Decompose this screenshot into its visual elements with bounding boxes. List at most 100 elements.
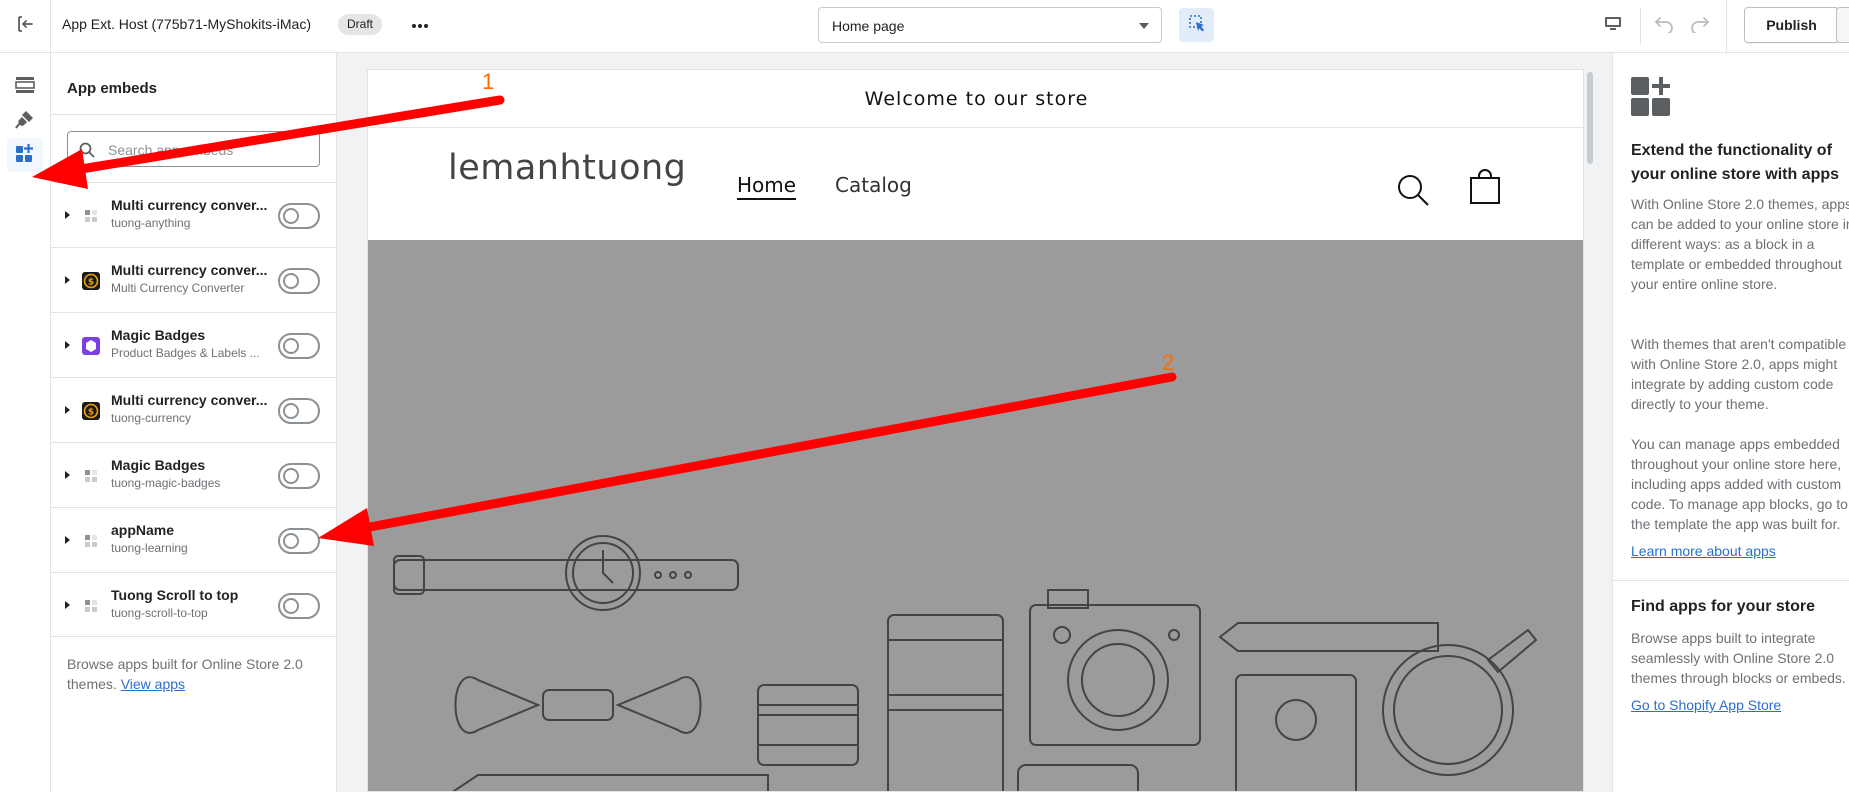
exit-editor-button[interactable] xyxy=(0,0,51,52)
toggle-knob xyxy=(283,533,299,549)
app-embed-toggle[interactable] xyxy=(278,268,320,294)
preview-scrollbar[interactable] xyxy=(1584,69,1596,792)
currency-app-icon: $ xyxy=(82,402,100,420)
view-apps-link[interactable]: View apps xyxy=(121,676,185,692)
desktop-icon xyxy=(1604,16,1622,37)
app-embed-name: Tuong Scroll to top xyxy=(111,587,239,603)
store-logo[interactable]: lemanhtuong xyxy=(448,148,686,188)
svg-text:$: $ xyxy=(88,408,94,418)
svg-text:$: $ xyxy=(88,278,94,288)
app-embed-toggle[interactable] xyxy=(278,528,320,554)
undo-icon xyxy=(1654,15,1674,38)
generic-app-icon xyxy=(82,597,100,615)
app-embed-list: Multi currency conver... tuong-anything … xyxy=(51,182,337,637)
apps-icon xyxy=(1631,77,1673,124)
app-embed-name: Multi currency conver... xyxy=(111,392,268,408)
toggle-knob xyxy=(283,403,299,419)
hero-banner xyxy=(368,240,1583,791)
app-embed-item: Magic Badges Product Badges & Labels ... xyxy=(51,312,337,377)
app-embed-item: Magic Badges tuong-magic-badges xyxy=(51,442,337,507)
app-embed-name: Magic Badges xyxy=(111,457,206,473)
rail-sections-button[interactable] xyxy=(7,70,43,104)
top-bar: App Ext. Host (775b71-MyShokits-iMac) Dr… xyxy=(0,0,1849,53)
publish-button[interactable]: Publish xyxy=(1744,7,1839,43)
app-embed-item: Tuong Scroll to top tuong-scroll-to-top xyxy=(51,572,337,637)
generic-app-icon xyxy=(82,207,100,225)
more-actions-button[interactable] xyxy=(404,12,436,38)
app-embed-source: tuong-currency xyxy=(111,411,192,425)
app-embed-name: Magic Badges xyxy=(111,327,206,343)
app-embed-name: appName xyxy=(111,522,175,538)
redo-button[interactable] xyxy=(1686,12,1714,40)
toggle-knob xyxy=(283,208,299,224)
expand-caret-icon[interactable] xyxy=(65,471,70,479)
sidebar-footer: Browse apps built for Online Store 2.0 t… xyxy=(67,654,317,694)
page-selector[interactable]: Home page xyxy=(818,7,1162,43)
app-embed-source: tuong-anything xyxy=(111,216,191,230)
expand-caret-icon[interactable] xyxy=(65,276,70,284)
select-cursor-icon xyxy=(1188,14,1206,37)
inspector-toggle-button[interactable] xyxy=(1179,8,1214,42)
app-embed-source: tuong-scroll-to-top xyxy=(111,606,208,620)
search-app-embeds-input[interactable]: Search app embeds xyxy=(67,131,320,167)
sections-icon xyxy=(15,76,35,99)
app-embed-item: $ Multi currency conver... tuong-currenc… xyxy=(51,377,337,442)
generic-app-icon xyxy=(82,532,100,550)
app-embed-toggle[interactable] xyxy=(278,203,320,229)
app-embed-item: Multi currency conver... tuong-anything xyxy=(51,182,337,247)
rail-app-embeds-button[interactable] xyxy=(7,138,43,172)
app-embed-toggle[interactable] xyxy=(278,333,320,359)
toggle-knob xyxy=(283,338,299,354)
search-placeholder: Search app embeds xyxy=(108,142,234,158)
expand-caret-icon[interactable] xyxy=(65,601,70,609)
rail-theme-settings-button[interactable] xyxy=(7,104,43,138)
shopify-app-store-link[interactable]: Go to Shopify App Store xyxy=(1631,697,1781,713)
app-embed-source: Multi Currency Converter xyxy=(111,281,245,295)
app-embed-source: Product Badges & Labels ... xyxy=(111,346,260,360)
search-icon xyxy=(79,142,95,163)
redo-icon xyxy=(1690,15,1710,38)
device-preview-button[interactable] xyxy=(1598,12,1628,40)
app-embed-toggle[interactable] xyxy=(278,398,320,424)
app-embed-toggle[interactable] xyxy=(278,593,320,619)
undo-button[interactable] xyxy=(1650,12,1678,40)
chevron-down-icon xyxy=(1139,23,1149,29)
info-paragraph: You can manage apps embedded throughout … xyxy=(1631,436,1848,532)
toolbar-divider xyxy=(1640,8,1641,44)
editor-rail xyxy=(0,53,51,792)
info-panel: Extend the functionality of your online … xyxy=(1612,53,1849,792)
expand-caret-icon[interactable] xyxy=(65,341,70,349)
badges-app-icon xyxy=(82,337,100,355)
ellipsis-icon xyxy=(411,16,429,34)
exit-icon xyxy=(16,15,34,38)
cart-icon[interactable] xyxy=(1468,168,1502,211)
paintbrush-icon xyxy=(15,109,35,134)
search-icon[interactable] xyxy=(1396,173,1430,212)
announcement-bar: Welcome to our store xyxy=(368,70,1583,128)
info-heading: Extend the functionality of your online … xyxy=(1631,142,1840,183)
scrollbar-thumb[interactable] xyxy=(1587,72,1593,164)
learn-more-apps-link[interactable]: Learn more about apps xyxy=(1631,543,1776,559)
currency-app-icon: $ xyxy=(82,272,100,290)
app-embed-source: tuong-magic-badges xyxy=(111,476,221,490)
app-embed-toggle[interactable] xyxy=(278,463,320,489)
nav-home-link[interactable]: Home xyxy=(737,173,796,197)
publish-menu-button[interactable] xyxy=(1836,7,1849,43)
expand-caret-icon[interactable] xyxy=(65,211,70,219)
divider xyxy=(1613,580,1849,581)
toolbar-divider xyxy=(1726,0,1727,52)
toggle-knob xyxy=(283,468,299,484)
app-embed-name: Multi currency conver... xyxy=(111,197,268,213)
generic-app-icon xyxy=(82,467,100,485)
expand-caret-icon[interactable] xyxy=(65,406,70,414)
storefront-preview: Welcome to our store lemanhtuong Home Ca… xyxy=(367,69,1584,792)
nav-catalog-link[interactable]: Catalog xyxy=(835,173,912,197)
lifestyle-illustration xyxy=(393,535,1538,791)
theme-title: App Ext. Host (775b71-MyShokits-iMac) xyxy=(62,16,311,32)
toggle-knob xyxy=(283,598,299,614)
info-paragraph: Browse apps built to integrate seamlessl… xyxy=(1631,630,1846,686)
page-selector-value: Home page xyxy=(832,18,905,34)
app-embeds-sidebar: App embeds Search app embeds Multi curre… xyxy=(51,53,337,792)
expand-caret-icon[interactable] xyxy=(65,536,70,544)
app-embed-source: tuong-learning xyxy=(111,541,188,555)
